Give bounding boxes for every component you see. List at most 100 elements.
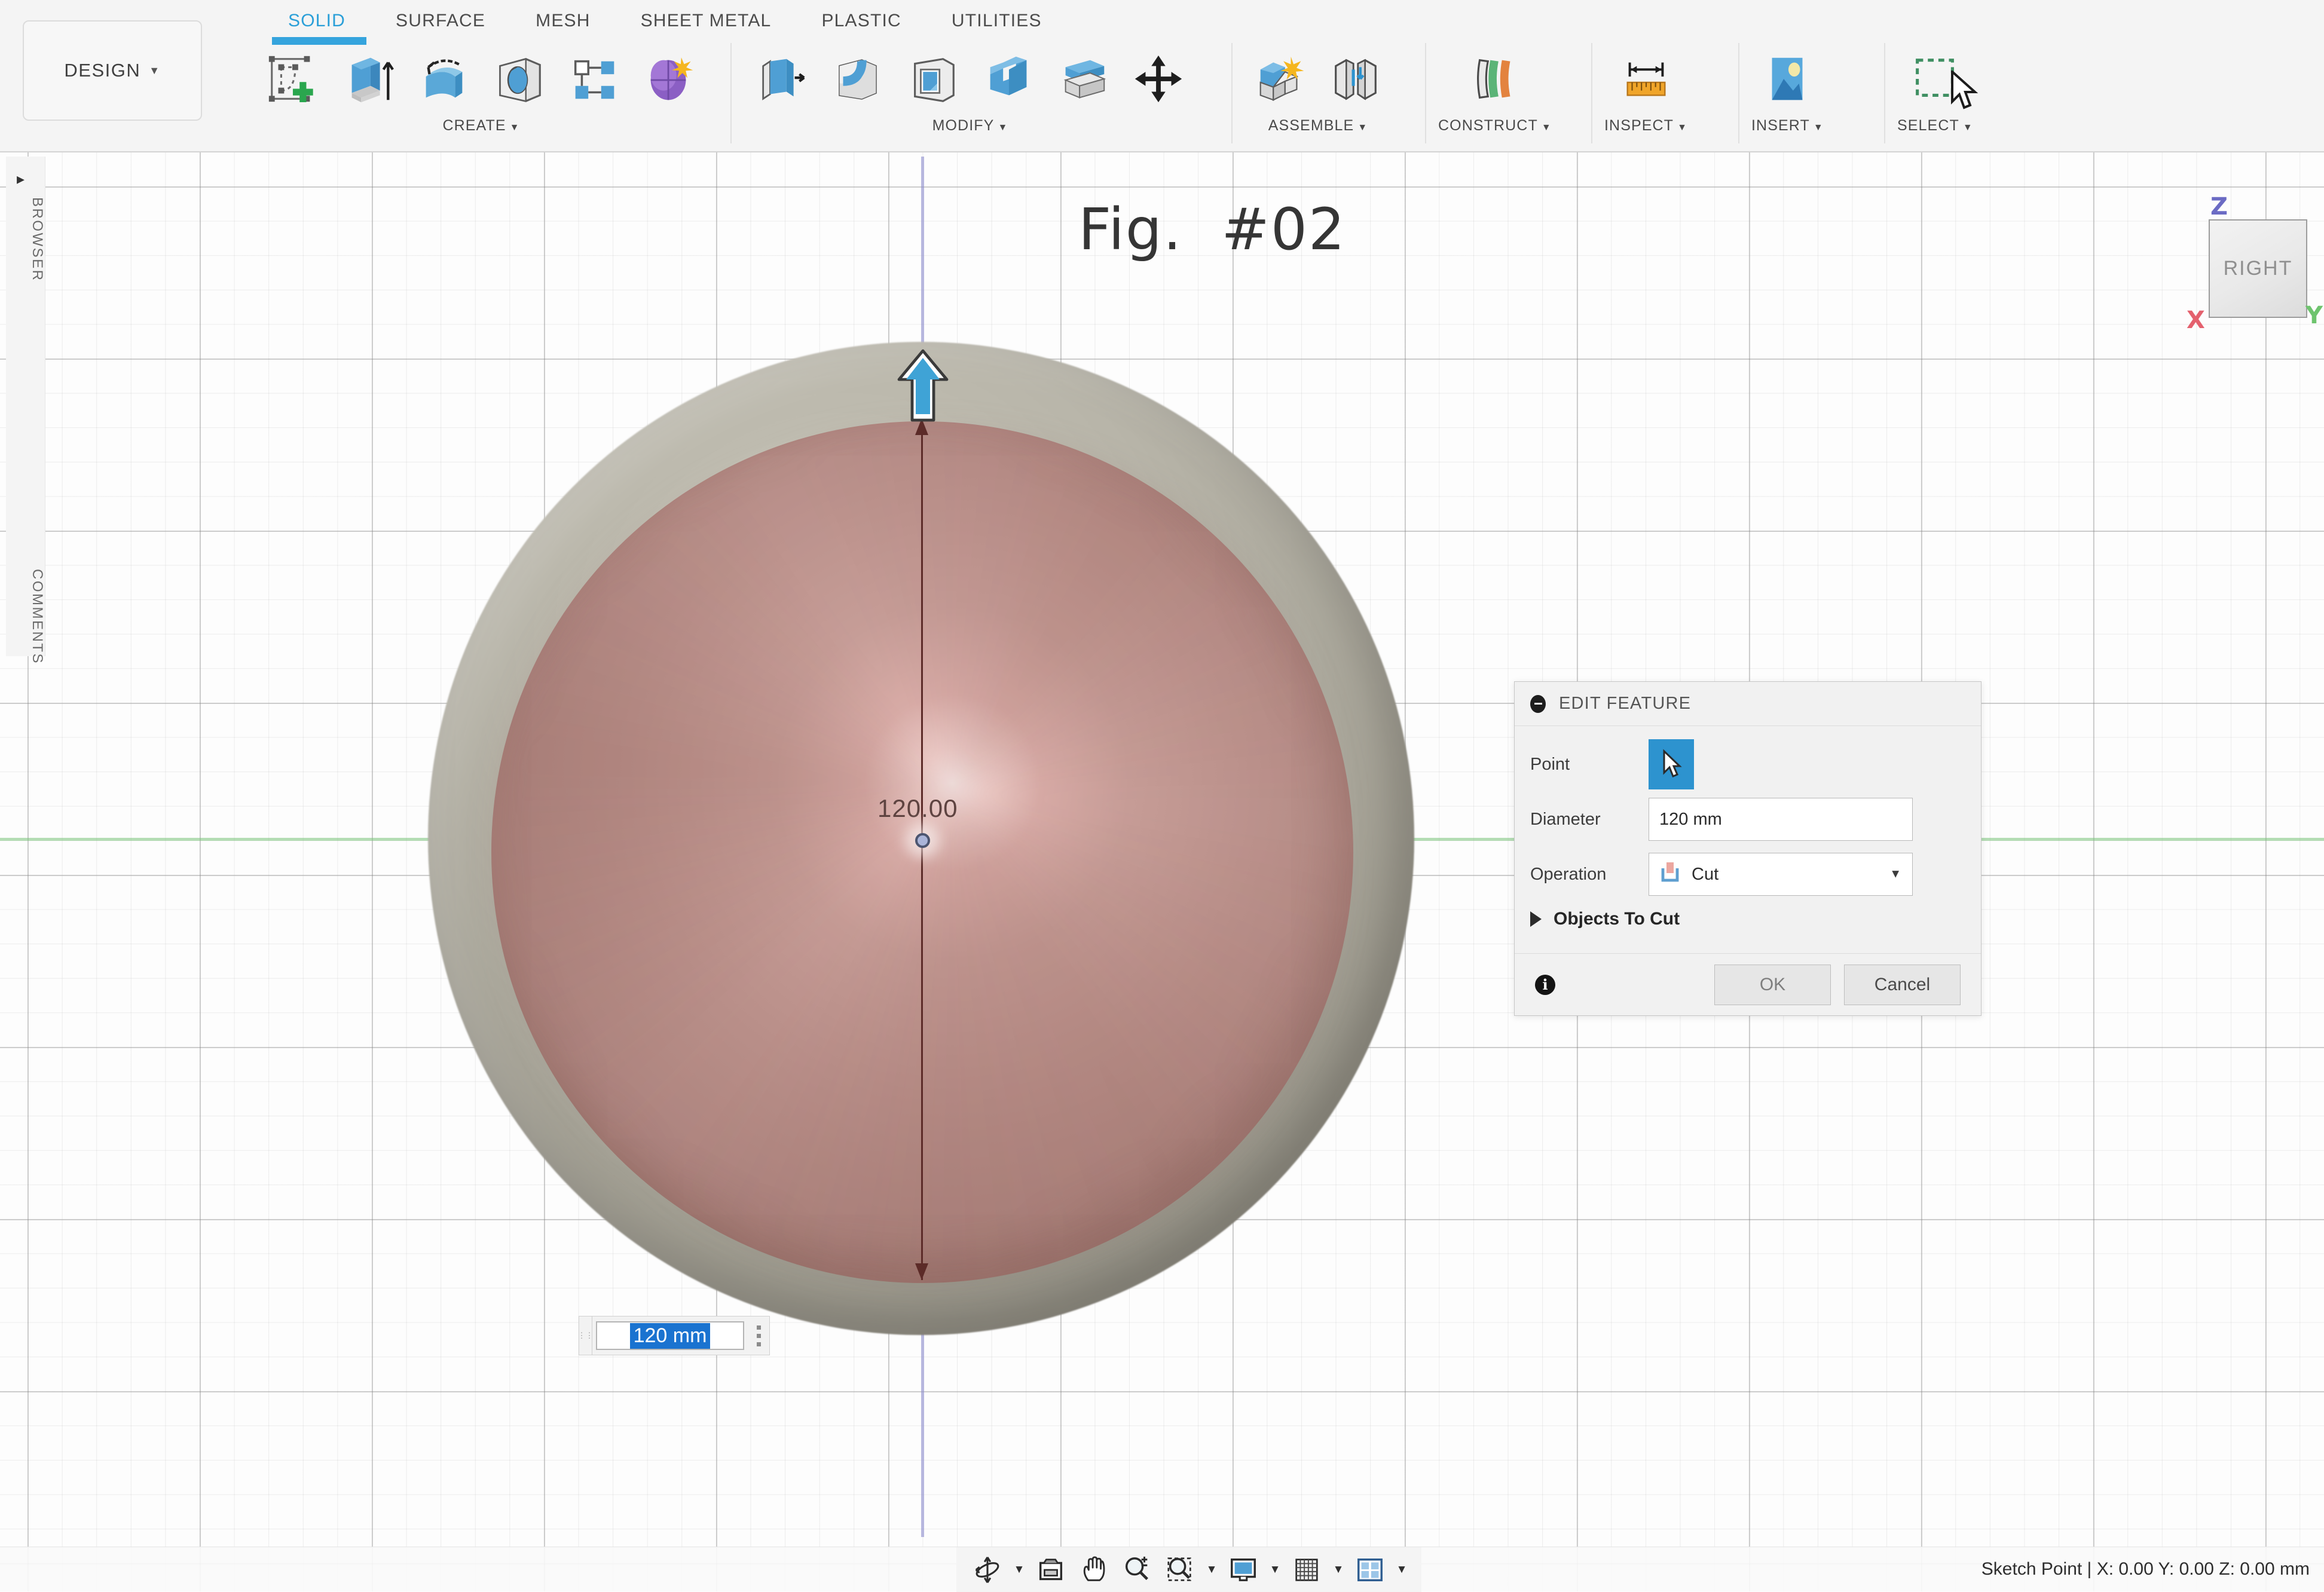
drag-grip-icon[interactable]: ⋮⋮	[579, 1317, 592, 1355]
chevron-down-icon: ▼	[998, 123, 1008, 133]
panel-divider	[730, 43, 732, 143]
cut-operation-icon	[1658, 860, 1682, 889]
sweep-icon[interactable]	[483, 41, 555, 116]
field-row-operation: Operation Cut ▼	[1530, 847, 1965, 902]
extrude-icon[interactable]	[332, 41, 404, 116]
inline-dimension-input[interactable]: ⋮⋮ 120 mm	[579, 1316, 770, 1355]
chevron-down-icon[interactable]: ▼	[1328, 1549, 1348, 1591]
tab-solid[interactable]: SOLID	[263, 2, 371, 39]
zoom-window-icon[interactable]	[1158, 1549, 1201, 1591]
chevron-down-icon[interactable]: ▼	[1009, 1549, 1029, 1591]
select-cursor-icon[interactable]	[1649, 739, 1694, 789]
sidebar-item-browser[interactable]: BROWSER	[6, 197, 45, 282]
form-icon[interactable]	[634, 41, 705, 116]
joint-icon[interactable]	[1320, 41, 1392, 116]
info-icon[interactable]: i	[1535, 975, 1555, 995]
objects-to-cut-section[interactable]: Objects To Cut	[1530, 909, 1965, 929]
look-at-icon[interactable]	[1029, 1549, 1072, 1591]
mouse-cursor-icon	[1950, 71, 1981, 115]
pan-hand-icon[interactable]	[1072, 1549, 1115, 1591]
create-sketch-icon[interactable]	[257, 41, 329, 116]
display-settings-icon[interactable]	[1222, 1549, 1265, 1591]
chevron-down-icon[interactable]: ▼	[1201, 1549, 1222, 1591]
dialog-body: Point Diameter 120 mm Operation	[1515, 726, 1981, 953]
chevron-down-icon: ▼	[1677, 123, 1687, 133]
panel-select-label[interactable]: SELECT▼	[1897, 117, 1973, 134]
sidebar-item-comments[interactable]: COMMENTS	[6, 569, 45, 665]
triangle-right-icon	[1530, 911, 1542, 927]
ok-button[interactable]: OK	[1714, 965, 1831, 1005]
arrow-up-manipulator-icon[interactable]	[894, 348, 952, 428]
page-title: Fig. #02	[1078, 196, 1346, 263]
chevron-down-icon: ▼	[1814, 123, 1824, 133]
edit-feature-dialog[interactable]: EDIT FEATURE Point Diameter 120 mm Opera…	[1514, 681, 1981, 1016]
press-pull-icon[interactable]	[746, 41, 818, 116]
panel-construct-label[interactable]: CONSTRUCT▼	[1438, 117, 1552, 134]
chevron-down-icon[interactable]: ▼	[1265, 1549, 1285, 1591]
chevron-down-icon[interactable]: ▼	[1392, 1549, 1412, 1591]
revolve-icon[interactable]	[408, 41, 479, 116]
shell-icon[interactable]	[897, 41, 968, 116]
chevron-down-icon: ▼	[149, 65, 160, 77]
bottom-status-bar: ▼ ▼	[0, 1547, 2324, 1591]
panel-modify-icons	[746, 37, 1194, 116]
cancel-button[interactable]: Cancel	[1844, 965, 1961, 1005]
operation-dropdown[interactable]: Cut ▼	[1649, 853, 1913, 896]
zoom-icon[interactable]	[1115, 1549, 1158, 1591]
chevron-down-icon: ▼	[1542, 123, 1552, 133]
sketch-point-icon[interactable]	[915, 833, 930, 848]
expand-arrow-icon[interactable]: ▸	[17, 170, 25, 188]
panel-create: CREATE▼	[257, 37, 705, 151]
ribbon-tabs: SOLID SURFACE MESH SHEET METAL PLASTIC U…	[263, 0, 1067, 42]
panel-inspect: INSPECT▼	[1604, 37, 1687, 151]
panel-modify-label[interactable]: MODIFY▼	[932, 117, 1008, 134]
panel-divider	[1231, 43, 1233, 143]
workspace-switcher-button[interactable]: DESIGN ▼	[23, 20, 202, 121]
measure-icon[interactable]	[1610, 41, 1682, 116]
status-bar-text: Sketch Point | X: 0.00 Y: 0.00 Z: 0.00 m…	[1981, 1559, 2310, 1579]
tab-sheet-metal[interactable]: SHEET METAL	[616, 2, 797, 39]
viewcube-face[interactable]: RIGHT	[2209, 219, 2307, 318]
offset-plane-icon[interactable]	[1459, 41, 1531, 116]
panel-divider	[1884, 43, 1885, 143]
more-options-icon[interactable]	[748, 1317, 769, 1355]
dialog-title: EDIT FEATURE	[1559, 694, 1691, 714]
panel-construct: CONSTRUCT▼	[1438, 37, 1552, 151]
tab-mesh[interactable]: MESH	[510, 2, 615, 39]
chevron-down-icon: ▼	[510, 123, 520, 133]
combine-icon[interactable]	[972, 41, 1044, 116]
panel-assemble-icons	[1244, 37, 1392, 116]
tab-plastic[interactable]: PLASTIC	[796, 2, 926, 39]
panel-divider	[1425, 43, 1426, 143]
insert-image-icon[interactable]	[1751, 41, 1823, 116]
panel-create-icons	[257, 37, 705, 116]
tab-utilities[interactable]: UTILITIES	[926, 2, 1067, 39]
new-component-icon[interactable]	[1244, 41, 1316, 116]
tab-surface[interactable]: SURFACE	[371, 2, 510, 39]
collapse-icon[interactable]	[1530, 695, 1546, 713]
pattern-icon[interactable]	[558, 41, 630, 116]
chevron-down-icon: ▼	[1963, 123, 1973, 133]
chevron-down-icon: ▼	[1889, 868, 1901, 881]
orbit-icon[interactable]	[966, 1549, 1009, 1591]
diameter-dimension-label[interactable]: 120.00	[877, 794, 958, 823]
field-row-diameter: Diameter 120 mm	[1530, 792, 1965, 847]
dialog-header[interactable]: EDIT FEATURE	[1515, 682, 1981, 726]
axis-label-x: X	[2187, 307, 2205, 334]
panel-inspect-icons	[1610, 37, 1682, 116]
diameter-input[interactable]: 120 mm	[1649, 798, 1913, 841]
panel-insert-label[interactable]: INSERT▼	[1751, 117, 1824, 134]
panel-insert-icons	[1751, 37, 1823, 116]
workspace-switcher-label: DESIGN	[64, 60, 140, 81]
grid-snap-icon[interactable]	[1285, 1549, 1328, 1591]
viewports-icon[interactable]	[1348, 1549, 1392, 1591]
panel-divider	[1738, 43, 1739, 143]
move-copy-icon[interactable]	[1123, 41, 1194, 116]
fillet-icon[interactable]	[821, 41, 893, 116]
panel-create-label[interactable]: CREATE▼	[442, 117, 519, 134]
offset-face-icon[interactable]	[1047, 41, 1119, 116]
dimension-value-field[interactable]: 120 mm	[596, 1321, 744, 1350]
panel-assemble-label[interactable]: ASSEMBLE▼	[1268, 117, 1368, 134]
dialog-buttons: OK Cancel	[1714, 965, 1961, 1005]
panel-inspect-label[interactable]: INSPECT▼	[1604, 117, 1687, 134]
